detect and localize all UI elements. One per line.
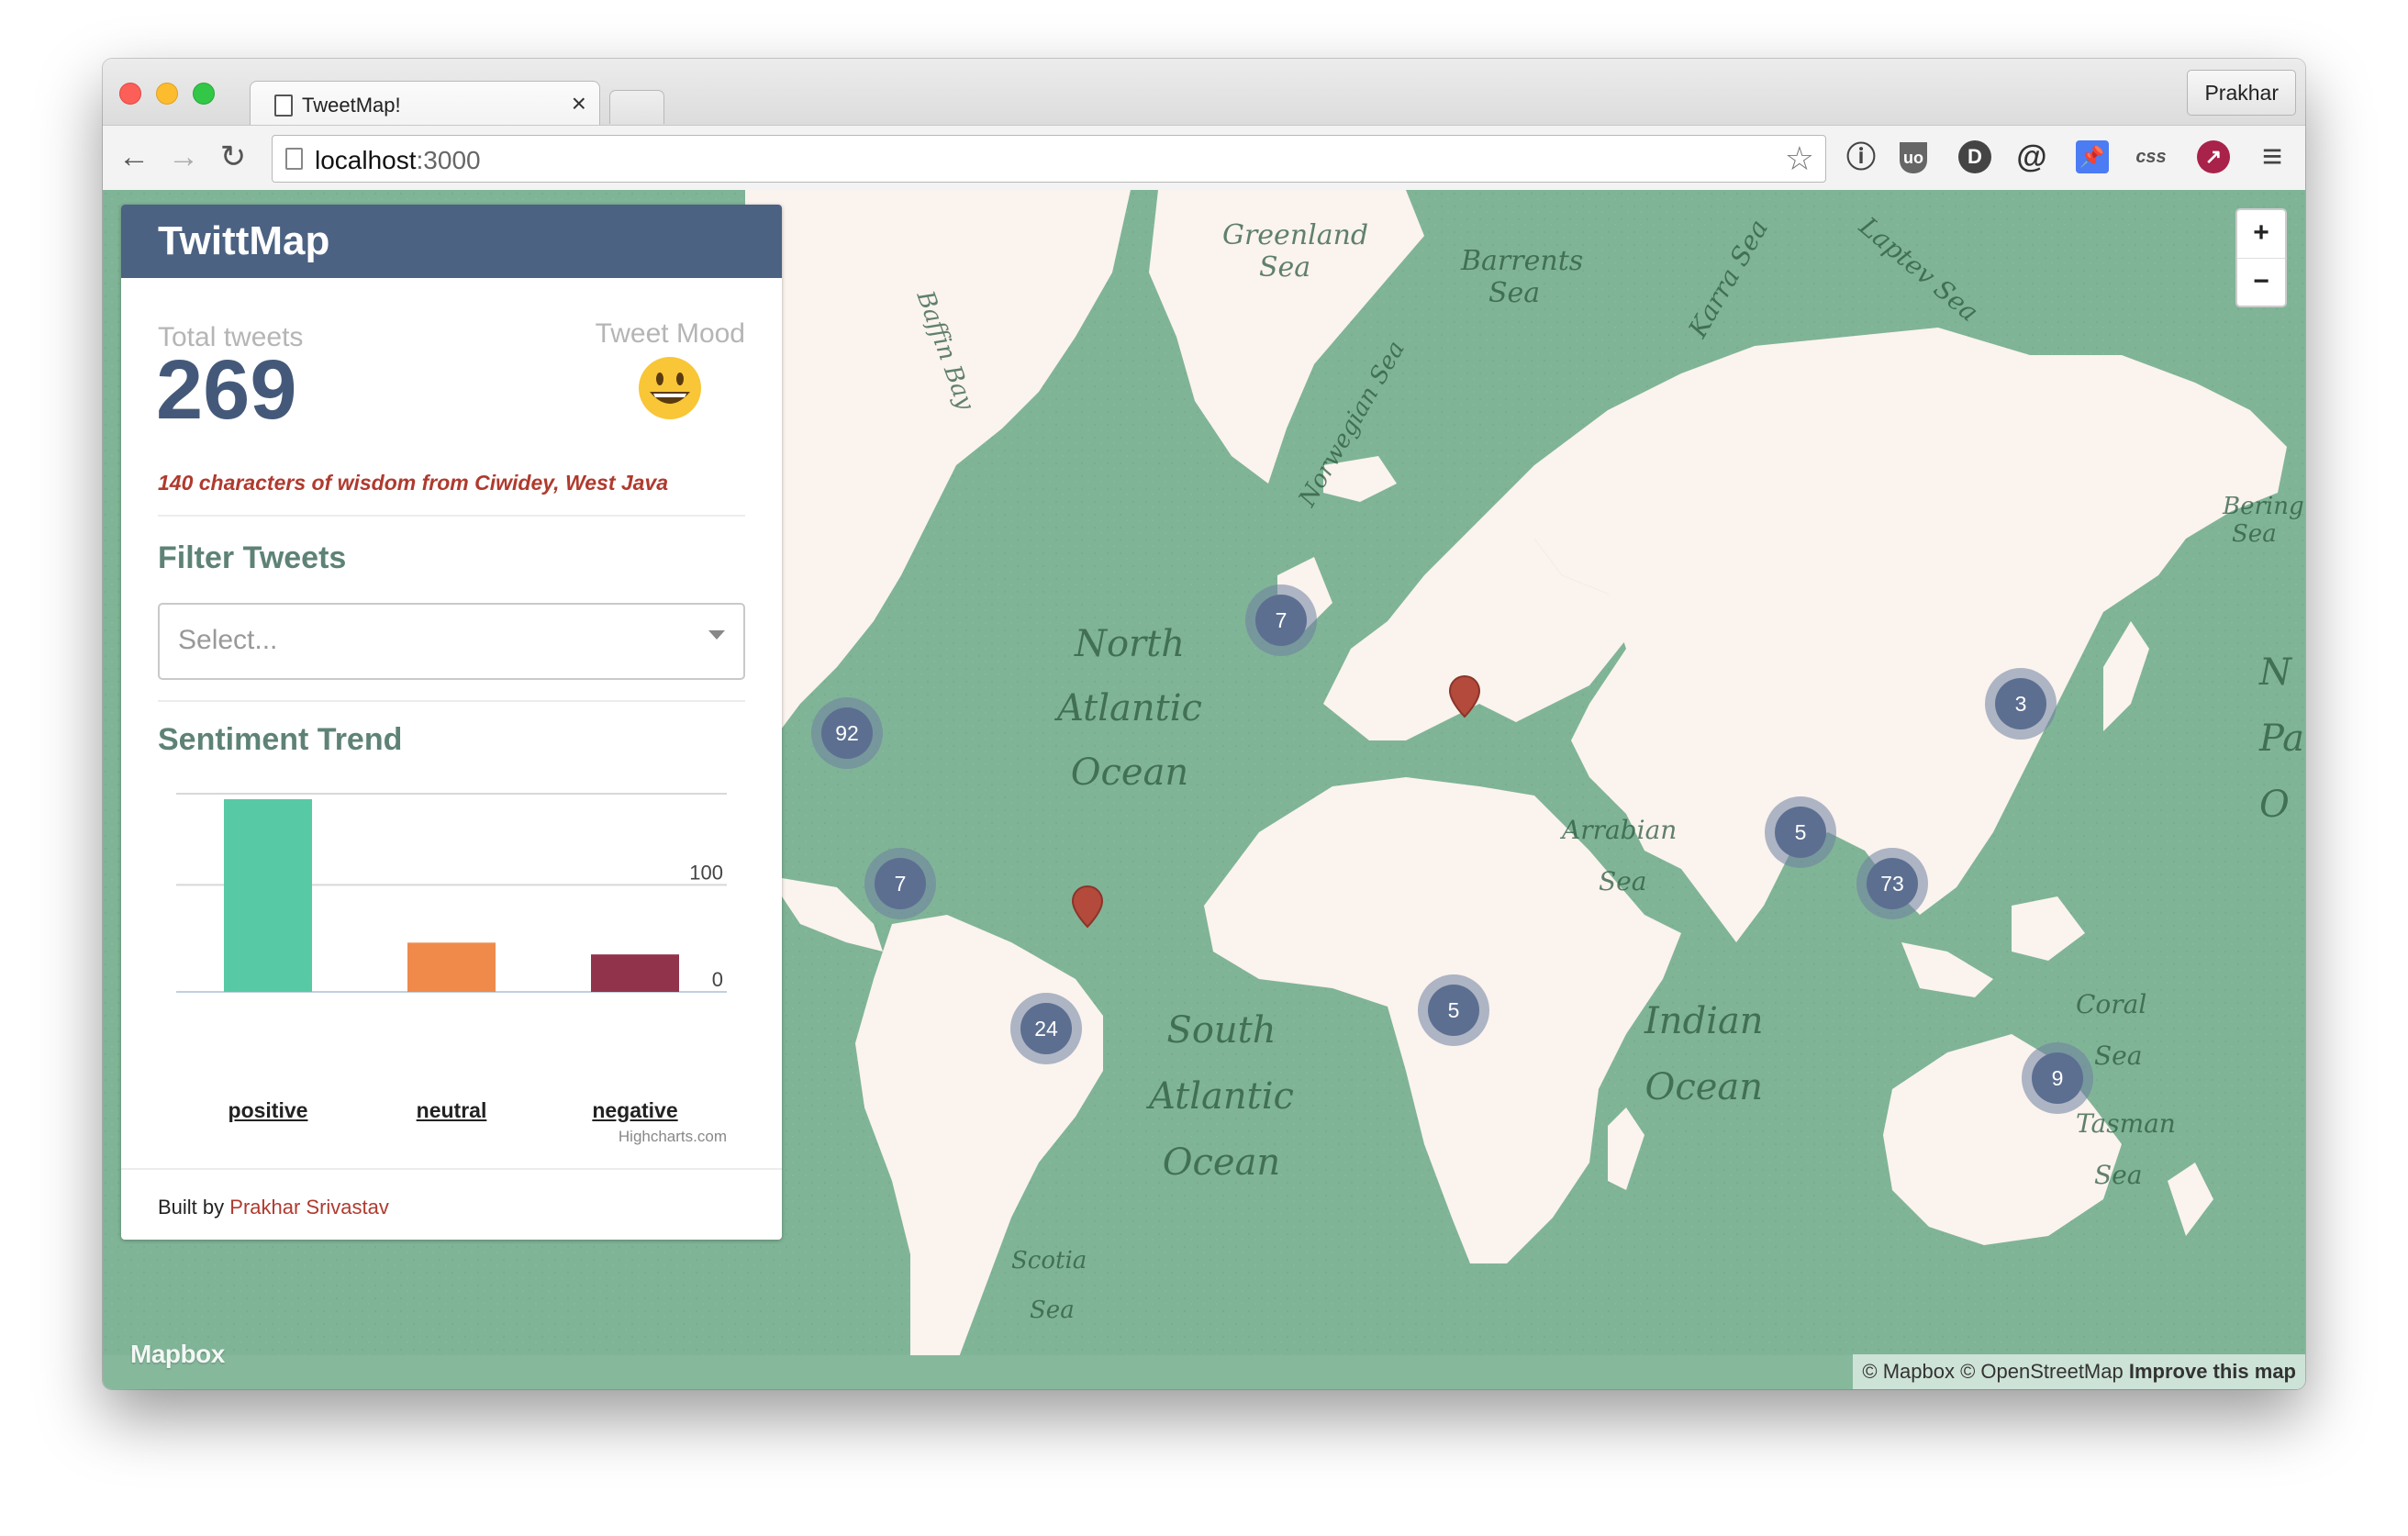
divider xyxy=(158,515,745,517)
browser-window: TweetMap! × Prakhar ← → ↻ localhost:3000… xyxy=(103,59,2305,1389)
mapbox-logo[interactable]: Mapbox xyxy=(130,1340,225,1369)
label-greenland-sea: Greenland Sea xyxy=(1222,219,1369,284)
filter-tweets-title: Filter Tweets xyxy=(158,540,347,575)
chart-y-tick-label: 0 xyxy=(712,968,723,991)
tweet-cluster[interactable]: 7 xyxy=(864,848,936,919)
extension-1password-icon[interactable]: ⓘ xyxy=(1843,139,1879,175)
tweet-cluster[interactable]: 7 xyxy=(1245,584,1317,656)
divider xyxy=(121,1168,782,1170)
label-indian-ocean: Indian Ocean xyxy=(1644,1000,1764,1108)
sentiment-trend-title: Sentiment Trend xyxy=(158,722,403,757)
extension-at-icon[interactable]: @ xyxy=(2013,139,2050,175)
menu-icon[interactable]: ≡ xyxy=(2254,139,2291,175)
bookmark-star-icon[interactable]: ☆ xyxy=(1785,139,1814,178)
tweet-mood-label: Tweet Mood xyxy=(595,318,745,349)
attribution-text: © Mapbox © OpenStreetMap xyxy=(1862,1360,2129,1383)
label-south-atlantic: South Atlantic Ocean xyxy=(1149,1009,1294,1184)
tweet-cluster[interactable]: 92 xyxy=(811,697,883,769)
chevron-down-icon xyxy=(708,630,725,640)
divider xyxy=(158,700,745,702)
tab-title: TweetMap! xyxy=(302,94,401,117)
tweet-cluster[interactable]: 24 xyxy=(1010,993,1082,1064)
latest-tweet-link[interactable]: 140 characters of wisdom from Ciwidey, W… xyxy=(158,471,668,495)
map-viewport[interactable]: Greenland Sea Barrents Sea Karra Sea Lapte… xyxy=(103,190,2305,1389)
title-bar: TweetMap! × Prakhar xyxy=(103,59,2305,126)
label-bering-sea: Bering Sea xyxy=(2223,493,2304,548)
tab-tweetmap[interactable]: TweetMap! × xyxy=(250,81,600,126)
label-north-pacific: N Pa O xyxy=(2259,651,2304,826)
sentiment-chart: 0 100 xyxy=(176,793,727,993)
tweet-cluster[interactable]: 5 xyxy=(1418,974,1489,1046)
panel-title: TwittMap xyxy=(121,205,782,278)
url-text: localhost:3000 xyxy=(315,146,481,174)
page-info-icon xyxy=(285,148,303,170)
map-attribution: © Mapbox © OpenStreetMap Improve this ma… xyxy=(1853,1354,2305,1389)
zoom-control: + − xyxy=(2235,208,2287,307)
address-bar[interactable]: localhost:3000 ☆ xyxy=(272,135,1826,183)
profile-button[interactable]: Prakhar xyxy=(2187,70,2296,116)
document-icon xyxy=(274,95,293,117)
extension-ublock-icon[interactable]: uo xyxy=(1900,142,1927,173)
filter-select[interactable]: Select... xyxy=(158,603,745,680)
improve-map-link[interactable]: Improve this map xyxy=(2129,1360,2296,1383)
browser-toolbar: ← → ↻ localhost:3000 ☆ ⓘ uo D @ 📌 css ↗ … xyxy=(103,125,2305,191)
total-tweets-value: 269 xyxy=(156,343,297,437)
close-window-button[interactable] xyxy=(119,83,141,105)
label-barents-sea: Barrents Sea xyxy=(1461,245,1584,309)
extension-pin-icon[interactable]: 📌 xyxy=(2076,140,2109,173)
info-panel: TwittMap Total tweets 269 Tweet Mood 140… xyxy=(121,205,782,1240)
extension-css-icon[interactable]: css xyxy=(2133,139,2169,175)
label-scotia-sea: Scotia Sea xyxy=(1011,1247,1087,1324)
label-tasman-sea: Tasman Sea xyxy=(2076,1108,2176,1190)
new-tab-button[interactable] xyxy=(609,90,664,124)
happy-face-icon xyxy=(639,357,701,419)
reload-icon[interactable]: ↻ xyxy=(215,139,251,175)
chart-category-positive[interactable]: positive xyxy=(213,1098,323,1123)
forward-icon[interactable]: → xyxy=(165,139,202,175)
chart-bar-negative[interactable] xyxy=(591,954,679,992)
tweet-marker-pin[interactable] xyxy=(1071,885,1104,929)
extension-d-icon[interactable]: D xyxy=(1958,140,1991,173)
extension-trend-icon[interactable]: ↗ xyxy=(2197,140,2230,173)
chart-bar-positive[interactable] xyxy=(224,799,312,992)
highcharts-credits[interactable]: Highcharts.com xyxy=(619,1128,727,1146)
built-by: Built by Prakhar Srivastav xyxy=(158,1196,389,1219)
chart-bar-neutral[interactable] xyxy=(407,942,496,992)
tab-close-icon[interactable]: × xyxy=(572,89,586,118)
label-north-atlantic: North Atlantic Ocean xyxy=(1057,623,1202,794)
tweet-cluster[interactable]: 73 xyxy=(1856,848,1928,919)
tweet-cluster[interactable]: 9 xyxy=(2022,1042,2093,1114)
filter-select-placeholder: Select... xyxy=(178,625,278,655)
tweet-marker-pin[interactable] xyxy=(1448,674,1481,718)
chart-category-negative[interactable]: negative xyxy=(580,1098,690,1123)
chart-category-neutral[interactable]: neutral xyxy=(396,1098,507,1123)
minimize-window-button[interactable] xyxy=(156,83,178,105)
chart-y-tick-label: 100 xyxy=(689,861,723,884)
tweet-cluster[interactable]: 5 xyxy=(1765,796,1836,868)
back-icon[interactable]: ← xyxy=(116,139,152,175)
maximize-window-button[interactable] xyxy=(193,83,215,105)
zoom-in-button[interactable]: + xyxy=(2237,210,2285,259)
tweet-cluster[interactable]: 3 xyxy=(1985,668,2057,740)
label-arabian-sea: Arrabian Sea xyxy=(1562,815,1678,896)
author-link[interactable]: Prakhar Srivastav xyxy=(229,1196,389,1219)
zoom-out-button[interactable]: − xyxy=(2237,259,2285,306)
